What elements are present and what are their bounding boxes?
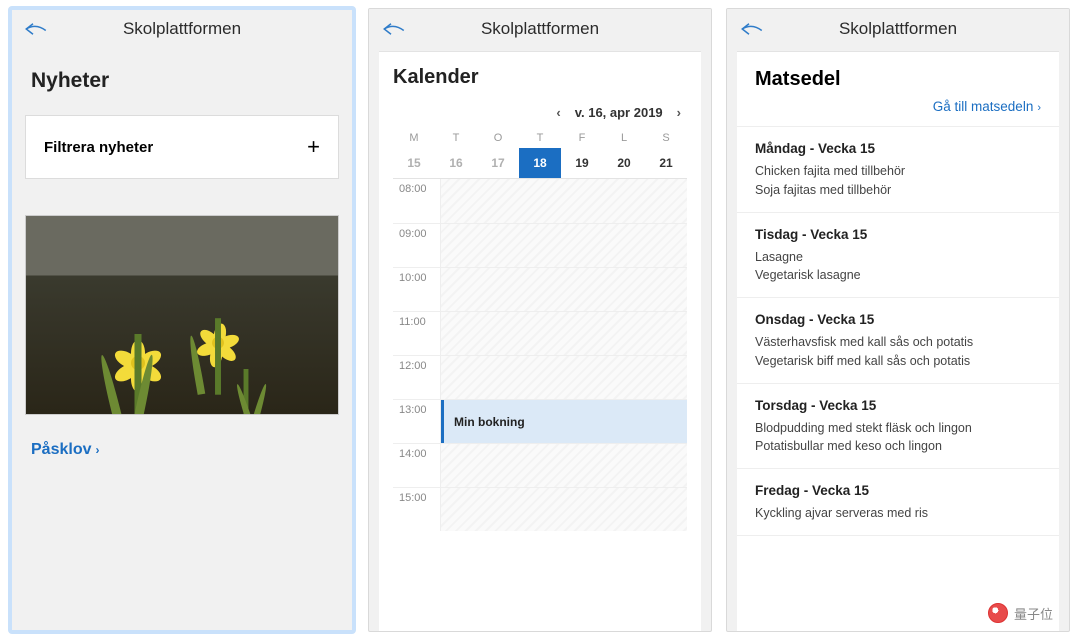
time-slot[interactable] [441, 268, 687, 311]
menu-day-title: Torsdag - Vecka 15 [755, 398, 1041, 413]
screen-news: Skolplattformen Nyheter Filtrera nyheter… [10, 8, 354, 632]
menu-day-block: Fredag - Vecka 15 Kyckling ajvar serveras… [737, 469, 1059, 536]
menu-meal: Kyckling ajvar serveras med ris [755, 504, 1041, 523]
date-cell[interactable]: 19 [561, 148, 603, 178]
news-story-image[interactable] [25, 215, 339, 415]
menu-day-block: Tisdag - Vecka 15 LasagneVegetarisk lasag… [737, 213, 1059, 299]
news-story-title: Påsklov [31, 441, 91, 458]
time-slot[interactable] [441, 224, 687, 267]
menu-open-link[interactable]: Gå till matsedeln› [737, 99, 1059, 127]
date-row: 15161718192021 [393, 148, 687, 179]
time-slot[interactable] [441, 488, 687, 531]
app-title: Skolplattformen [23, 19, 341, 39]
time-label: 12:00 [393, 356, 441, 399]
time-slot[interactable] [441, 444, 687, 487]
chevron-right-icon: › [95, 443, 99, 457]
weekday-label: T [519, 132, 561, 144]
menu-link-label: Gå till matsedeln [933, 99, 1034, 114]
watermark-icon [988, 603, 1008, 623]
calendar-card: Kalender ‹ v. 16, apr 2019 › MTOTFLS 151… [379, 51, 701, 631]
filter-news-button[interactable]: Filtrera nyheter + [25, 115, 339, 179]
prev-week-button[interactable]: ‹ [552, 105, 564, 120]
menu-day-block: Torsdag - Vecka 15 Blodpudding med stekt … [737, 384, 1059, 470]
time-slot[interactable] [441, 312, 687, 355]
menu-meal: Vegetarisk lasagne [755, 266, 1041, 285]
day-timeline[interactable]: 08:0009:0010:0011:0012:0013:00Min boknin… [393, 179, 687, 631]
plus-icon: + [307, 136, 320, 158]
calendar-heading: Kalender [393, 66, 687, 89]
time-slot[interactable] [441, 179, 687, 223]
app-title: Skolplattformen [381, 19, 699, 39]
time-label: 14:00 [393, 444, 441, 487]
menu-meal: Soja fajitas med tillbehör [755, 181, 1041, 200]
time-row: 09:00 [393, 223, 687, 267]
time-label: 11:00 [393, 312, 441, 355]
news-heading: Nyheter [11, 51, 353, 115]
news-story-link[interactable]: Påsklov › [11, 415, 353, 471]
time-label: 15:00 [393, 488, 441, 531]
time-row: 12:00 [393, 355, 687, 399]
time-row: 14:00 [393, 443, 687, 487]
menu-day-title: Onsdag - Vecka 15 [755, 312, 1041, 327]
menu-card: Matsedel Gå till matsedeln› Måndag - Vec… [737, 51, 1059, 631]
time-row: 08:00 [393, 179, 687, 223]
time-label: 10:00 [393, 268, 441, 311]
time-slot[interactable] [441, 356, 687, 399]
time-row: 10:00 [393, 267, 687, 311]
topbar: Skolplattformen [369, 9, 711, 51]
date-cell[interactable]: 21 [645, 148, 687, 178]
menu-day-block: Måndag - Vecka 15 Chicken fajita med till… [737, 127, 1059, 213]
menu-meal: Vegetarisk biff med kall sås och potatis [755, 352, 1041, 371]
watermark: 量子位 [982, 601, 1059, 625]
menu-heading: Matsedel [737, 68, 1059, 99]
date-cell[interactable]: 15 [393, 148, 435, 178]
menu-day-title: Fredag - Vecka 15 [755, 483, 1041, 498]
menu-meal: Chicken fajita med tillbehör [755, 162, 1041, 181]
screen-calendar: Skolplattformen Kalender ‹ v. 16, apr 20… [368, 8, 712, 632]
time-label: 09:00 [393, 224, 441, 267]
time-row: 11:00 [393, 311, 687, 355]
next-week-button[interactable]: › [673, 105, 685, 120]
weekday-label: F [561, 132, 603, 144]
weekday-header-row: MTOTFLS [393, 128, 687, 148]
time-label: 13:00 [393, 400, 441, 443]
menu-meal: Blodpudding med stekt fläsk och lingon [755, 419, 1041, 438]
time-row: 13:00Min bokning [393, 399, 687, 443]
menu-meal: Västerhavsfisk med kall sås och potatis [755, 333, 1041, 352]
time-row: 15:00 [393, 487, 687, 531]
filter-label: Filtrera nyheter [44, 139, 153, 156]
time-label: 08:00 [393, 179, 441, 223]
week-navigator: ‹ v. 16, apr 2019 › [393, 101, 687, 128]
menu-meal: Potatisbullar med keso och lingon [755, 437, 1041, 456]
date-cell[interactable]: 16 [435, 148, 477, 178]
weekday-label: S [645, 132, 687, 144]
menu-day-title: Tisdag - Vecka 15 [755, 227, 1041, 242]
weekday-label: O [477, 132, 519, 144]
weekday-label: M [393, 132, 435, 144]
menu-day-block: Onsdag - Vecka 15 Västerhavsfisk med kall… [737, 298, 1059, 384]
date-cell[interactable]: 18 [519, 148, 561, 178]
week-label: v. 16, apr 2019 [575, 105, 663, 120]
topbar: Skolplattformen [11, 9, 353, 51]
weekday-label: L [603, 132, 645, 144]
topbar: Skolplattformen [727, 9, 1069, 51]
date-cell[interactable]: 17 [477, 148, 519, 178]
weekday-label: T [435, 132, 477, 144]
time-slot[interactable]: Min bokning [441, 400, 687, 443]
screen-menu: Skolplattformen Matsedel Gå till matsede… [726, 8, 1070, 632]
menu-day-title: Måndag - Vecka 15 [755, 141, 1041, 156]
menu-meal: Lasagne [755, 248, 1041, 267]
app-title: Skolplattformen [739, 19, 1057, 39]
watermark-text: 量子位 [1014, 604, 1053, 623]
calendar-booking[interactable]: Min bokning [441, 400, 687, 443]
date-cell[interactable]: 20 [603, 148, 645, 178]
chevron-right-icon: › [1037, 102, 1041, 114]
